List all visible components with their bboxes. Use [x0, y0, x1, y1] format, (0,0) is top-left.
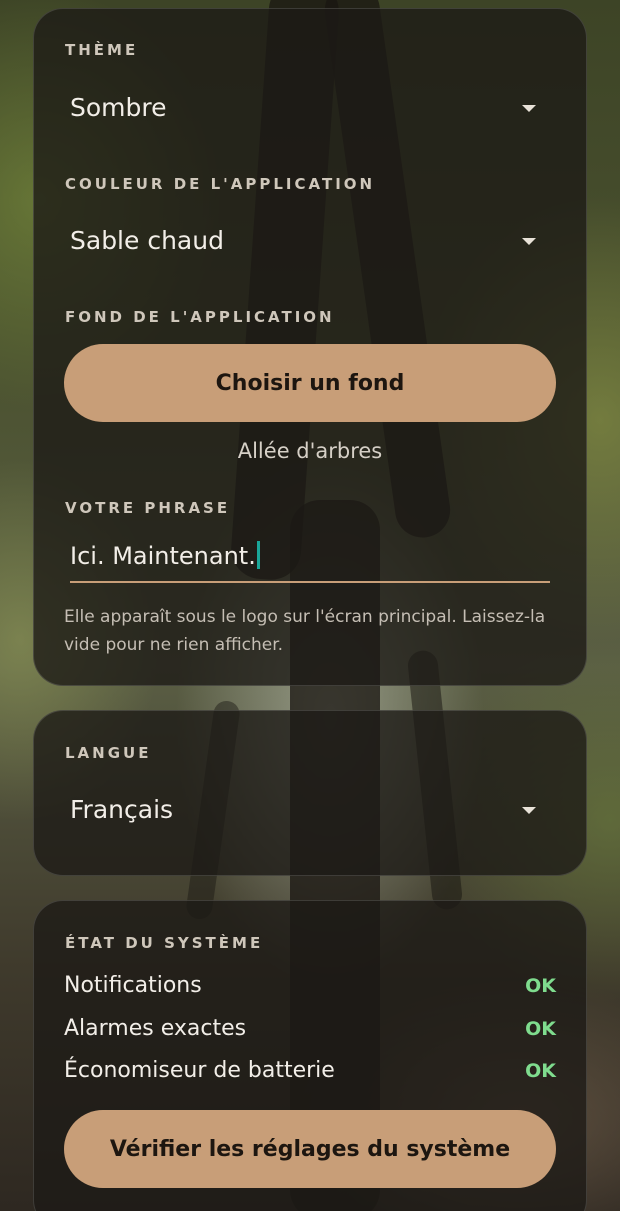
system-status-card: ÉTAT DU SYSTÈME Notifications OK Alarmes… — [33, 900, 587, 1211]
status-badge: OK — [525, 1018, 556, 1040]
chevron-down-icon — [522, 807, 536, 814]
theme-dropdown[interactable]: Sombre — [64, 85, 556, 133]
status-name: Économiseur de batterie — [64, 1058, 335, 1083]
app-background-label: FOND DE L'APPLICATION — [65, 308, 335, 326]
appearance-card: THÈME Sombre COULEUR DE L'APPLICATION Sa… — [33, 8, 587, 686]
app-color-value: Sable chaud — [70, 226, 224, 255]
app-color-label: COULEUR DE L'APPLICATION — [65, 175, 376, 193]
phrase-input[interactable]: Ici. Maintenant. — [70, 535, 550, 583]
current-background-name: Allée d'arbres — [237, 439, 383, 463]
status-name: Alarmes exactes — [64, 1016, 247, 1041]
status-row-exact-alarms: Alarmes exactes OK — [64, 1016, 556, 1048]
choose-background-button[interactable]: Choisir un fond — [64, 344, 556, 422]
phrase-help-text: Elle apparaît sous le logo sur l'écran p… — [64, 607, 546, 655]
chevron-down-icon — [522, 238, 536, 245]
status-badge: OK — [525, 975, 556, 997]
your-phrase-label: VOTRE PHRASE — [65, 499, 231, 517]
language-card: LANGUE Français — [33, 710, 587, 876]
theme-label: THÈME — [65, 41, 139, 59]
language-dropdown[interactable]: Français — [64, 787, 556, 835]
app-color-dropdown[interactable]: Sable chaud — [64, 218, 556, 266]
language-label: LANGUE — [65, 744, 152, 762]
system-status-label: ÉTAT DU SYSTÈME — [65, 934, 264, 952]
status-row-notifications: Notifications OK — [64, 973, 556, 1005]
text-cursor — [256, 541, 260, 569]
status-badge: OK — [525, 1060, 556, 1082]
status-name: Notifications — [64, 973, 202, 998]
chevron-down-icon — [522, 105, 536, 112]
language-value: Français — [70, 795, 174, 824]
theme-value: Sombre — [70, 93, 167, 122]
check-system-settings-button[interactable]: Vérifier les réglages du système — [64, 1110, 556, 1188]
phrase-input-value: Ici. Maintenant. — [70, 541, 260, 570]
status-row-battery-saver: Économiseur de batterie OK — [64, 1058, 556, 1090]
